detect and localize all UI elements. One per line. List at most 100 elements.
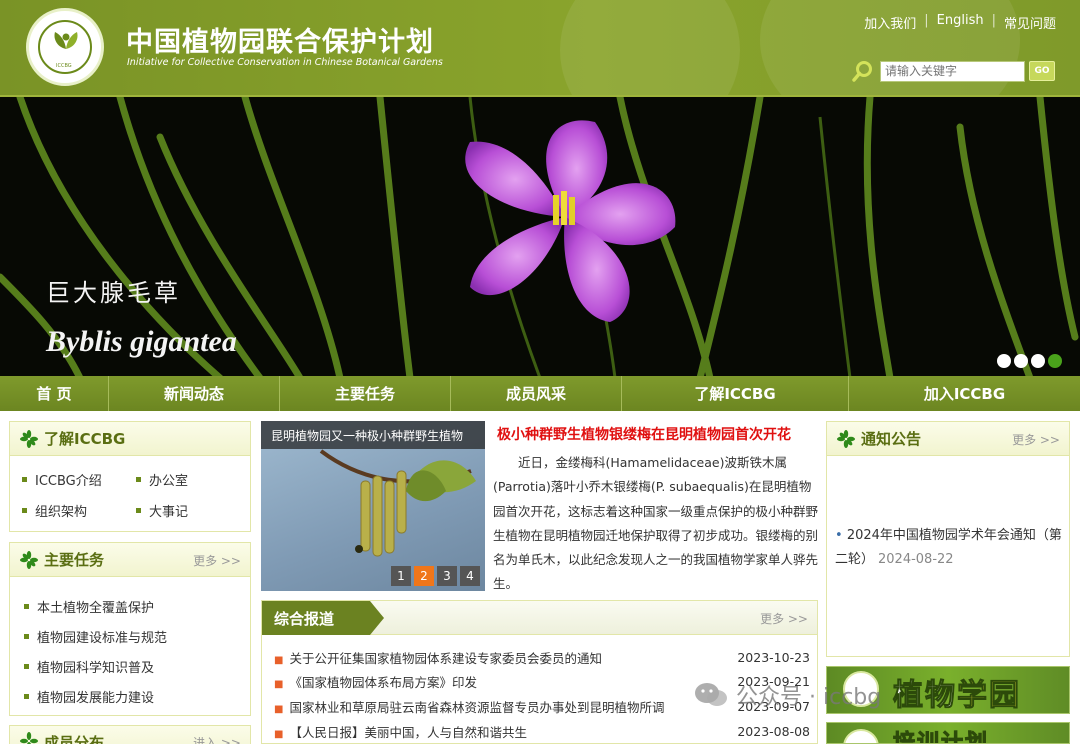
tasks-panel: 主要任务 更多 >> 本土植物全覆盖保护 植物园建设标准与规范 植物园科学知识普… [9,542,251,716]
faq-link[interactable]: 常见问题 [1004,13,1056,32]
nav-members[interactable]: 成员风采 [451,376,622,411]
task-item[interactable]: 植物园建设标准与规范 [24,621,250,651]
banner-text-highlight: 学园 [957,678,1021,714]
top-links: 加入我们 | English | 常见问题 [864,13,1056,32]
tasks-more-link[interactable]: 更多 >> [193,552,241,569]
news-item[interactable]: ■ 关于公开征集国家植物园体系建设专家委员会委员的通知 2023-10-23 [274,648,810,667]
notice-more-link[interactable]: 更多 >> [1012,431,1060,448]
notice-panel-title: 通知公告 [861,430,922,448]
about-link-office[interactable]: 办公室 [136,470,236,489]
task-item-label: 植物园发展能力建设 [37,690,155,706]
join-us-link[interactable]: 加入我们 [864,13,916,32]
site-title: 中国植物园联合保护计划 [126,27,434,58]
task-item-label: 植物园建设标准与规范 [37,630,168,646]
emblem-icon [843,729,879,743]
about-panel-title: 了解ICCBG [44,430,126,448]
main-nav: 首 页 新闻动态 主要任务 成员风采 了解ICCBG 加入ICCBG [0,376,1080,411]
banner-pagination [994,354,1062,368]
bullet-icon: ■ [274,704,284,715]
training-banner[interactable]: 培训计划 [826,722,1070,744]
bullet-icon: ■ [274,655,284,666]
banner-dot-2[interactable] [1014,354,1028,368]
nav-news[interactable]: 新闻动态 [109,376,280,411]
search-input[interactable] [880,60,1025,82]
nav-about[interactable]: 了解ICCBG [622,376,849,411]
leaf-icon [837,429,855,448]
search-icon [852,61,872,82]
nav-home[interactable]: 首 页 [0,376,109,411]
members-enter-link[interactable]: 进入 >> [193,734,241,744]
headline-title[interactable]: 极小种群野生植物银缕梅在昆明植物园首次开花 [497,424,791,444]
slide-page-3[interactable]: 3 [437,566,457,586]
slide-page-1[interactable]: 1 [391,566,411,586]
notice-panel: 通知公告 更多 >> • 2024年中国植物园学术年会通知（第二轮） 2024-0… [826,421,1070,657]
site-logo[interactable]: ICCBG [26,8,104,86]
search-go-button[interactable]: GO [1029,61,1055,81]
english-link[interactable]: English [937,13,984,32]
bullet-icon [22,477,27,482]
banner-dot-4[interactable] [1048,354,1062,368]
members-panel: 成员分布 进入 >> [9,725,251,744]
about-panel: 了解ICCBG ICCBG介绍 办公室 组织架构 大事记 [9,421,251,532]
about-link-label: 大事记 [149,505,189,520]
about-link-label: ICCBG介绍 [35,474,102,489]
banner-text: 植物学园 [893,670,1021,714]
news-item-date: 2023-08-08 [737,724,810,739]
task-item-label: 植物园科学知识普及 [37,660,155,676]
logo-text: ICCBG [56,63,72,69]
bullet-icon: • [835,528,843,543]
news-panel-header: 综合报道 更多 >> [262,601,817,635]
slide-page-4[interactable]: 4 [460,566,480,586]
bullet-icon: ■ [274,679,284,690]
news-tab[interactable]: 综合报道 [262,601,384,635]
members-panel-title: 成员分布 [44,734,105,744]
task-item[interactable]: 植物园科学知识普及 [24,651,250,681]
banner-dot-1[interactable] [997,354,1011,368]
bullet-icon [136,508,141,513]
members-panel-header: 成员分布 进入 >> [10,726,250,744]
about-link-intro[interactable]: ICCBG介绍 [22,470,136,489]
notice-item[interactable]: • 2024年中国植物园学术年会通知（第二轮） 2024-08-22 [835,524,1063,572]
leaf-icon [20,550,38,569]
training-banner-text: 培训计划 [892,731,990,744]
slide-caption: 昆明植物园又一种极小种群野生植物 [261,421,485,449]
banner-dot-3[interactable] [1031,354,1045,368]
banner-title-cn: 巨大腺毛草 [46,279,181,307]
news-slideshow[interactable]: 昆明植物园又一种极小种群野生植物 1 2 3 4 [261,421,485,591]
news-more-link[interactable]: 更多 >> [760,610,808,627]
notice-panel-header: 通知公告 更多 >> [827,422,1069,456]
news-item[interactable]: ■ 【人民日报】美丽中国，人与自然和谐共生 2023-08-08 [274,722,810,741]
task-item[interactable]: 植物园发展能力建设 [24,681,250,711]
nav-join[interactable]: 加入ICCBG [849,376,1080,411]
bullet-icon [22,508,27,513]
separator: | [924,13,929,28]
leaf-icon [20,732,38,744]
hero-banner[interactable]: 巨大腺毛草 Byblis gigantea [0,95,1080,376]
watermark-text: 公众号 · iccbg [736,685,882,710]
about-link-label: 办公室 [149,474,189,489]
wechat-watermark: 公众号 · iccbg [694,679,881,711]
headline-summary: 近日，金缕梅科(Hamamelidaceae)波斯铁木属(Parrotia)落叶… [493,455,819,592]
slide-page-2[interactable]: 2 [414,566,434,586]
news-item-title: 关于公开征集国家植物园体系建设专家委员会委员的通知 [289,651,602,666]
leaf-icon [20,429,38,448]
slide-pagination: 1 2 3 4 [388,566,480,586]
notice-item-date: 2024-08-22 [878,552,954,567]
news-item-title: 《国家植物园体系布局方案》印发 [289,675,477,690]
about-link-label: 组织架构 [35,505,88,520]
about-link-structure[interactable]: 组织架构 [22,501,136,520]
search-bar: GO [852,60,1055,82]
about-link-events[interactable]: 大事记 [136,501,236,520]
banner-text-part: 植物 [893,678,957,714]
about-panel-header: 了解ICCBG [10,422,250,456]
tasks-panel-header: 主要任务 更多 >> [10,543,250,577]
bullet-icon [136,477,141,482]
nav-tasks[interactable]: 主要任务 [280,376,451,411]
tasks-panel-title: 主要任务 [44,551,105,569]
task-item[interactable]: 本土植物全覆盖保护 [24,591,250,621]
bullet-icon [24,603,29,609]
bullet-icon: ■ [274,729,284,740]
news-item-date: 2023-10-23 [737,650,810,665]
news-item-title: 【人民日报】美丽中国，人与自然和谐共生 [289,725,527,740]
separator: | [991,13,996,28]
